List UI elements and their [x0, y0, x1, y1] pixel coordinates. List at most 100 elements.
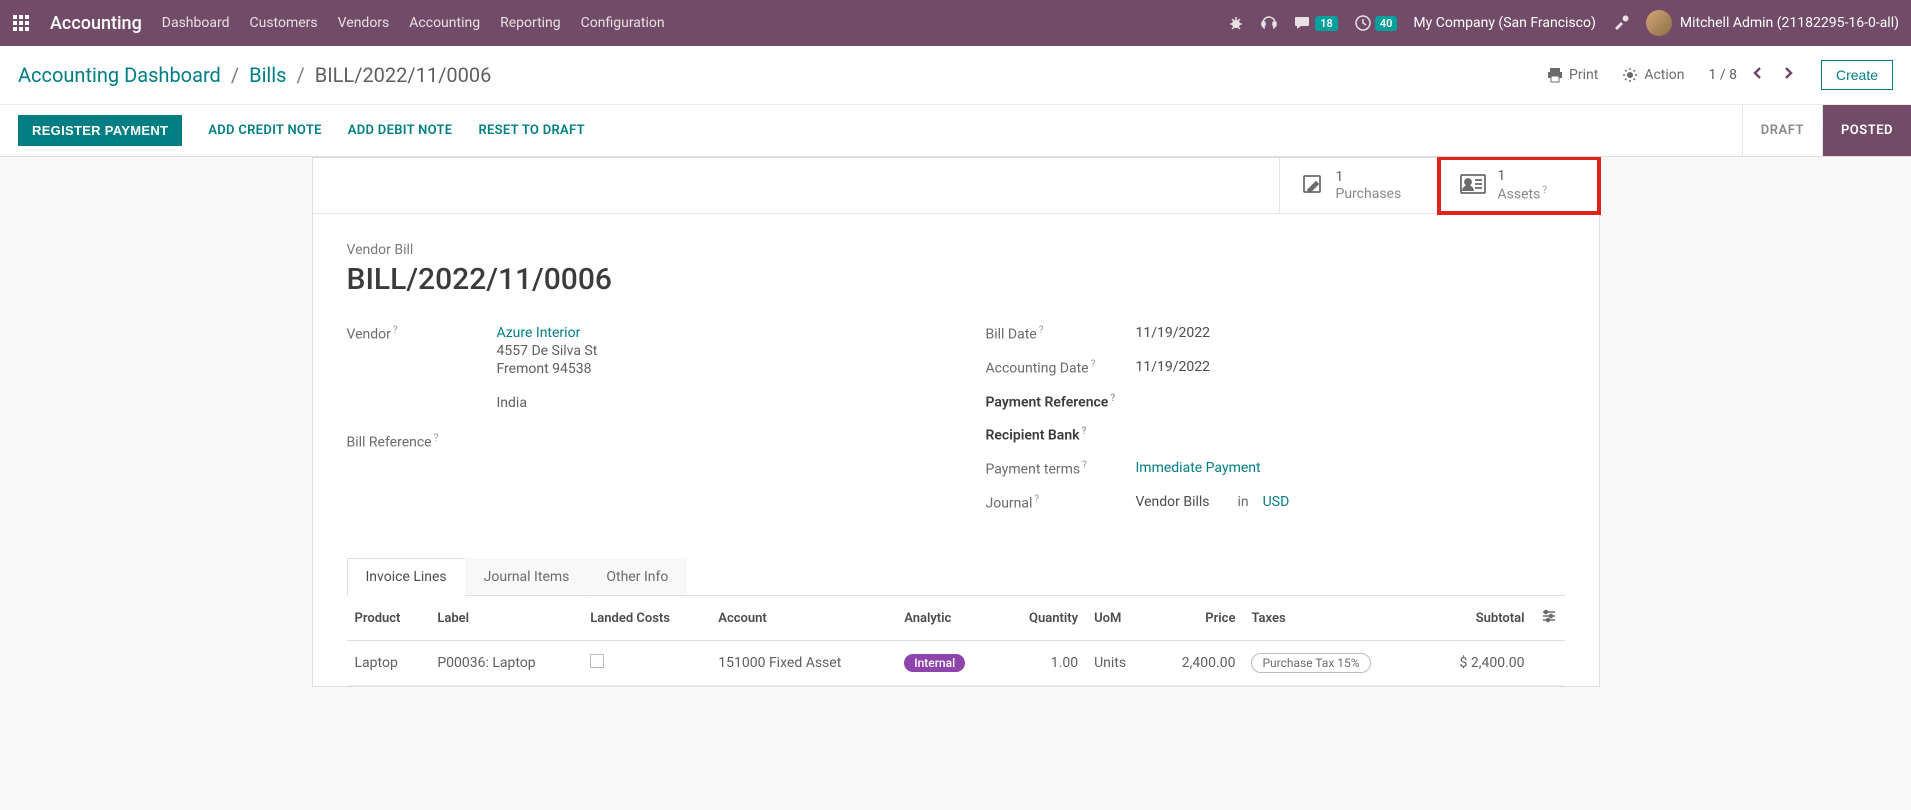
nav-reporting[interactable]: Reporting [500, 15, 561, 31]
th-account[interactable]: Account [710, 596, 896, 641]
add-debit-note-button[interactable]: ADD DEBIT NOTE [348, 123, 453, 138]
status-draft[interactable]: DRAFT [1742, 105, 1822, 156]
cell-account[interactable]: 151000 Fixed Asset [710, 641, 896, 686]
activities-badge: 40 [1375, 16, 1398, 31]
nav-vendors[interactable]: Vendors [338, 15, 390, 31]
nav-accounting[interactable]: Accounting [409, 15, 480, 31]
analytic-badge[interactable]: Internal [904, 654, 965, 672]
tab-bar: Invoice Lines Journal Items Other Info [347, 557, 1565, 596]
vendor-link[interactable]: Azure Interior [497, 325, 581, 341]
action-button[interactable]: Action [1622, 67, 1684, 83]
th-uom[interactable]: UoM [1086, 596, 1150, 641]
label-payment-reference: Payment Reference? [986, 393, 1136, 411]
breadcrumb-mid[interactable]: Bills [249, 63, 286, 87]
doc-type: Vendor Bill [347, 242, 1565, 258]
value-payment-terms[interactable]: Immediate Payment [1136, 460, 1261, 478]
register-payment-button[interactable]: REGISTER PAYMENT [18, 115, 182, 146]
pager-prev[interactable] [1749, 64, 1767, 86]
label-bill-date: Bill Date? [986, 325, 1136, 343]
support-icon[interactable] [1260, 14, 1278, 32]
label-bill-reference: Bill Reference? [347, 433, 497, 451]
stat-buttons-row: 1 Purchases 1 Assets? [313, 158, 1599, 214]
doc-title: BILL/2022/11/0006 [347, 262, 1565, 297]
add-credit-note-button[interactable]: ADD CREDIT NOTE [208, 123, 321, 138]
breadcrumb-bar: Accounting Dashboard / Bills / BILL/2022… [0, 46, 1911, 105]
cell-subtotal[interactable]: $ 2,400.00 [1424, 641, 1532, 686]
cell-quantity[interactable]: 1.00 [999, 641, 1086, 686]
table-row[interactable]: Laptop P00036: Laptop 151000 Fixed Asset… [347, 641, 1565, 686]
action-bar: REGISTER PAYMENT ADD CREDIT NOTE ADD DEB… [0, 105, 1911, 157]
cell-taxes[interactable]: Purchase Tax 15% [1243, 641, 1424, 686]
value-bill-date[interactable]: 11/19/2022 [1136, 325, 1211, 343]
stat-assets-label: Assets? [1498, 185, 1548, 203]
tax-pill[interactable]: Purchase Tax 15% [1251, 653, 1370, 673]
vendor-street: 4557 De Silva St [497, 343, 598, 359]
pager: 1 / 8 [1709, 64, 1797, 86]
breadcrumb-sep: / [231, 63, 239, 87]
tab-other-info[interactable]: Other Info [587, 558, 687, 596]
reset-to-draft-button[interactable]: RESET TO DRAFT [478, 123, 584, 138]
label-payment-terms: Payment terms? [986, 460, 1136, 478]
nav-customers[interactable]: Customers [250, 15, 318, 31]
nav-configuration[interactable]: Configuration [581, 15, 665, 31]
user-menu[interactable]: Mitchell Admin (21182295-16-0-all) [1646, 10, 1899, 36]
vendor-country: India [497, 395, 598, 411]
tab-invoice-lines[interactable]: Invoice Lines [347, 558, 466, 596]
id-card-icon [1460, 173, 1486, 199]
pager-next[interactable] [1779, 64, 1797, 86]
th-taxes[interactable]: Taxes [1243, 596, 1424, 641]
action-label: Action [1644, 67, 1684, 83]
cell-uom[interactable]: Units [1086, 641, 1150, 686]
pencil-icon [1300, 172, 1324, 200]
value-accounting-date[interactable]: 11/19/2022 [1136, 359, 1211, 377]
company-switcher[interactable]: My Company (San Francisco) [1413, 15, 1595, 31]
label-vendor: Vendor? [347, 325, 497, 411]
cell-analytic[interactable]: Internal [896, 641, 999, 686]
th-label[interactable]: Label [429, 596, 582, 641]
th-analytic[interactable]: Analytic [896, 596, 999, 641]
stat-assets[interactable]: 1 Assets? [1439, 158, 1599, 213]
th-subtotal[interactable]: Subtotal [1424, 596, 1532, 641]
th-landed-costs[interactable]: Landed Costs [582, 596, 710, 641]
messages-icon[interactable]: 18 [1294, 14, 1338, 32]
th-quantity[interactable]: Quantity [999, 596, 1086, 641]
label-journal: Journal? [986, 494, 1136, 512]
cell-label[interactable]: P00036: Laptop [429, 641, 582, 686]
tools-icon[interactable] [1612, 14, 1630, 32]
breadcrumb: Accounting Dashboard / Bills / BILL/2022… [18, 63, 491, 87]
th-product[interactable]: Product [347, 596, 430, 641]
brand-title[interactable]: Accounting [50, 13, 142, 34]
cell-landed-costs[interactable] [582, 641, 710, 686]
value-journal[interactable]: Vendor Bills in USD [1136, 494, 1290, 512]
create-button[interactable]: Create [1821, 60, 1893, 90]
checkbox-icon[interactable] [590, 654, 604, 668]
stat-purchases[interactable]: 1 Purchases [1279, 158, 1439, 213]
messages-badge: 18 [1315, 16, 1338, 31]
column-options-icon[interactable] [1541, 613, 1557, 628]
stat-purchases-count: 1 [1336, 169, 1402, 186]
th-price[interactable]: Price [1150, 596, 1243, 641]
stat-purchases-label: Purchases [1336, 186, 1402, 203]
pager-text[interactable]: 1 / 8 [1709, 67, 1737, 83]
breadcrumb-root[interactable]: Accounting Dashboard [18, 63, 221, 87]
activities-icon[interactable]: 40 [1354, 14, 1398, 32]
print-label: Print [1569, 67, 1598, 83]
top-navbar: Accounting Dashboard Customers Vendors A… [0, 0, 1911, 46]
stat-assets-count: 1 [1498, 168, 1548, 185]
user-name: Mitchell Admin (21182295-16-0-all) [1680, 15, 1899, 31]
cell-product[interactable]: Laptop [347, 641, 430, 686]
form-sheet: 1 Purchases 1 Assets? Vendor Bill BILL/2… [312, 157, 1600, 687]
vendor-city: Fremont 94538 [497, 361, 598, 377]
avatar [1646, 10, 1672, 36]
status-posted[interactable]: POSTED [1822, 105, 1911, 156]
tab-journal-items[interactable]: Journal Items [465, 558, 589, 596]
bug-icon[interactable] [1228, 15, 1244, 31]
currency-link[interactable]: USD [1263, 494, 1290, 510]
invoice-lines-table: Product Label Landed Costs Account Analy… [347, 596, 1565, 686]
value-vendor[interactable]: Azure Interior 4557 De Silva St Fremont … [497, 325, 598, 411]
nav-dashboard[interactable]: Dashboard [162, 15, 230, 31]
breadcrumb-current: BILL/2022/11/0006 [315, 63, 492, 87]
print-button[interactable]: Print [1547, 67, 1598, 83]
cell-price[interactable]: 2,400.00 [1150, 641, 1243, 686]
apps-icon[interactable] [12, 14, 30, 32]
